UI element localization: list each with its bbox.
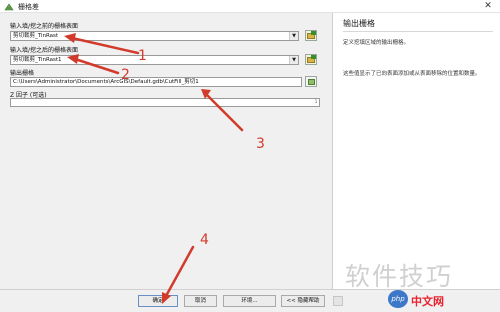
annotation-number-1: 1 bbox=[138, 48, 147, 64]
output-raster-label: 输出栅格 bbox=[10, 70, 35, 77]
ok-button[interactable]: 确定 bbox=[138, 295, 178, 307]
tool-icon bbox=[4, 3, 14, 11]
help-title: 输出栅格 bbox=[343, 19, 375, 28]
input-after-label: 输入填/挖之后的栅格表面 bbox=[10, 47, 79, 54]
chevron-down-icon[interactable]: ▼ bbox=[289, 32, 298, 40]
zfactor-value: 1 bbox=[314, 99, 318, 104]
close-icon[interactable]: ✕ bbox=[482, 0, 494, 12]
input-before-combo[interactable]: 剪切裁剪_TinRast ▼ bbox=[10, 31, 299, 41]
open-folder-button[interactable] bbox=[305, 30, 317, 41]
help-paragraph: 定义挖填区域的输出栅格。 bbox=[343, 40, 410, 46]
environments-button[interactable]: 环境... bbox=[223, 295, 276, 307]
scrollbar[interactable] bbox=[333, 296, 343, 306]
zfactor-input[interactable]: 1 bbox=[10, 98, 320, 107]
php-logo-icon: php bbox=[388, 290, 408, 308]
input-after-value: 剪切裁剪_TinRast1 bbox=[13, 57, 62, 63]
divider bbox=[343, 31, 493, 32]
cancel-button[interactable]: 取消 bbox=[184, 295, 217, 307]
input-before-label: 输入填/挖之前的栅格表面 bbox=[10, 23, 79, 30]
hide-help-button[interactable]: << 隐藏帮助 bbox=[281, 295, 325, 307]
help-paragraph: 这些值显示了已向表面添加或从表面移除的位置和数量。 bbox=[343, 71, 481, 77]
title-bar: 栅格差 ✕ bbox=[0, 0, 500, 13]
output-raster-value: C:\Users\Administrator\Documents\ArcGIS\… bbox=[13, 79, 199, 85]
open-folder-button[interactable] bbox=[305, 54, 317, 65]
help-pane: 输出栅格 定义挖填区域的输出栅格。 这些值显示了已向表面添加或从表面移除的位置和… bbox=[334, 13, 500, 289]
window-title: 栅格差 bbox=[18, 3, 39, 11]
output-raster-field[interactable]: C:\Users\Administrator\Documents\ArcGIS\… bbox=[10, 77, 302, 87]
browse-raster-button[interactable] bbox=[305, 76, 317, 87]
input-before-value: 剪切裁剪_TinRast bbox=[13, 33, 59, 39]
arrow-icon bbox=[311, 55, 316, 59]
watermark-text: 软件技巧 bbox=[345, 262, 454, 291]
raster-icon bbox=[308, 79, 315, 85]
annotation-number-3: 3 bbox=[256, 136, 265, 152]
arrow-icon bbox=[311, 31, 316, 35]
annotation-number-2: 2 bbox=[121, 67, 130, 83]
chevron-down-icon[interactable]: ▼ bbox=[289, 56, 298, 64]
site-name: 中文网 bbox=[411, 295, 444, 308]
input-after-combo[interactable]: 剪切裁剪_TinRast1 ▼ bbox=[10, 55, 299, 65]
annotation-number-4: 4 bbox=[200, 232, 209, 248]
parameters-pane: 输入填/挖之前的栅格表面 剪切裁剪_TinRast ▼ 输入填/挖之后的栅格表面… bbox=[0, 13, 333, 289]
